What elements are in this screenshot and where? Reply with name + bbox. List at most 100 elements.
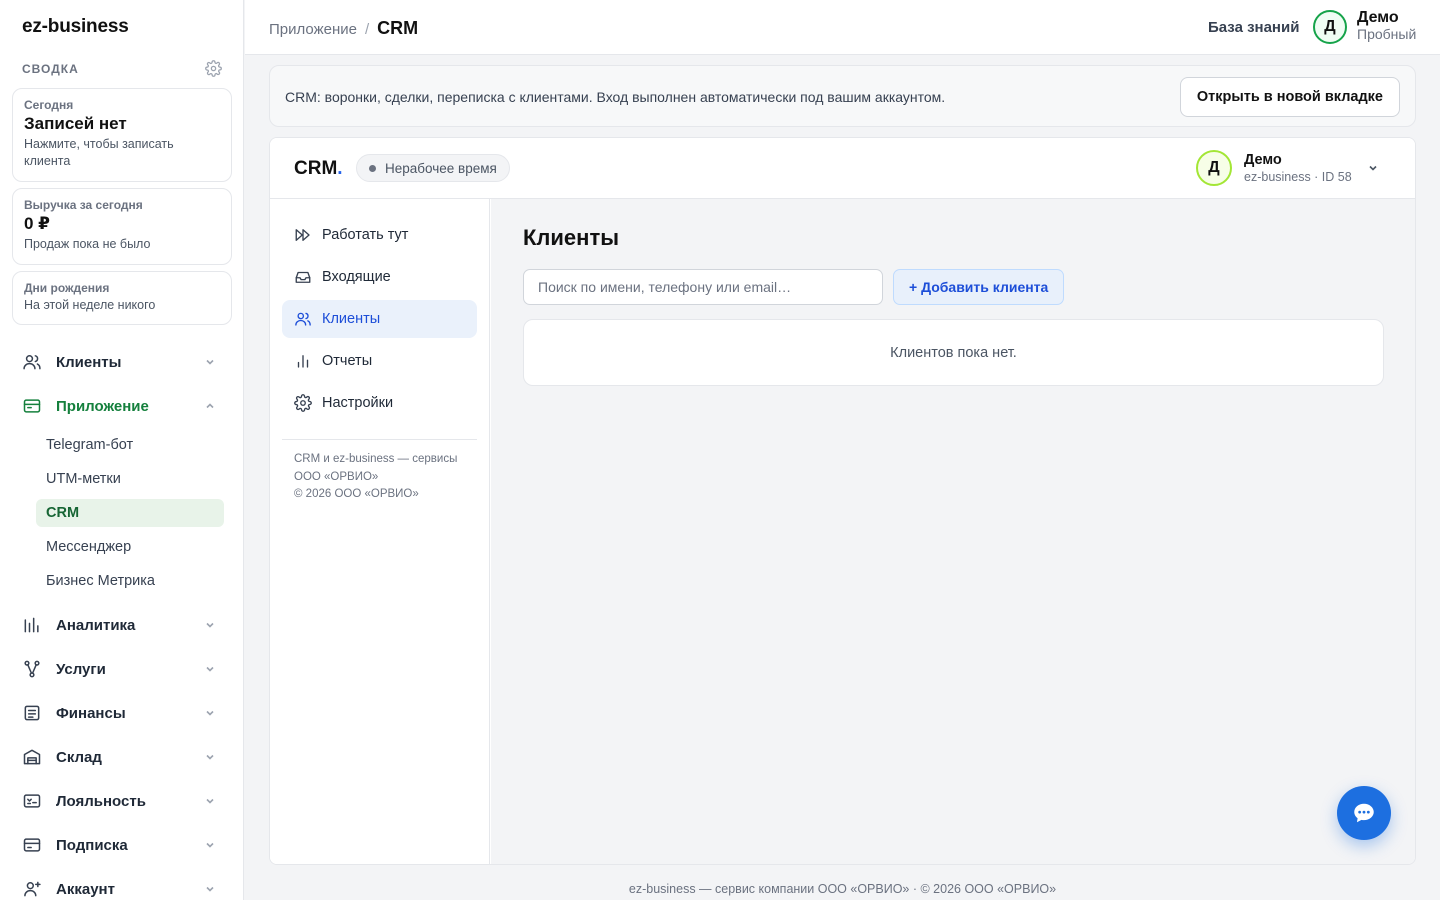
revenue-card[interactable]: Выручка за сегодня 0 ₽ Продаж пока не бы… — [12, 188, 232, 265]
crm-footer-line: ООО «ОРВИО» — [294, 470, 379, 483]
sidebar-subitem-business-metrics[interactable]: Бизнес Метрика — [36, 567, 224, 595]
crm-user-info[interactable]: Демо ez-business · ID 58 — [1244, 152, 1352, 186]
sidebar-item-label: Клиенты — [56, 353, 122, 371]
user-name: Демо — [1357, 9, 1399, 26]
birthdays-hint: На этой неделе никого — [24, 298, 156, 312]
bar-chart-icon — [294, 352, 312, 370]
bar-chart-icon — [22, 615, 42, 635]
credit-card-icon — [22, 835, 42, 855]
avatar[interactable]: Д — [1196, 150, 1232, 186]
today-card[interactable]: Сегодня Записей нет Нажмите, чтобы запис… — [12, 88, 232, 182]
crm-header: CRM. Нерабочее время Д Демо ez-business … — [270, 138, 1415, 199]
sidebar-item-finance[interactable]: Финансы — [22, 698, 222, 728]
crm-logo-text: CRM — [294, 158, 338, 179]
crm-nav-label: Клиенты — [322, 311, 381, 327]
gear-icon — [294, 394, 312, 412]
crm-nav-clients[interactable]: Клиенты — [282, 300, 477, 338]
breadcrumb-separator: / — [364, 21, 370, 38]
sidebar-subitem-crm[interactable]: CRM — [36, 499, 224, 527]
status-badge[interactable]: Нерабочее время — [356, 154, 510, 182]
search-input[interactable] — [523, 269, 883, 305]
knowledge-base-link[interactable]: База знаний — [1208, 19, 1299, 36]
chevron-down-icon — [204, 751, 216, 763]
crm-nav-label: Работать тут — [322, 227, 409, 243]
today-label: Сегодня — [24, 98, 74, 112]
crm-user-id: ez-business · ID 58 — [1244, 170, 1352, 184]
fast-forward-icon — [294, 226, 312, 244]
chevron-up-icon — [204, 400, 216, 412]
sidebar-item-loyalty[interactable]: Лояльность — [22, 786, 222, 816]
sidebar-item-services[interactable]: Услуги — [22, 654, 222, 684]
breadcrumb: Приложение / CRM — [269, 18, 418, 39]
crm-nav-reports[interactable]: Отчеты — [282, 342, 477, 380]
sidebar-item-subscription[interactable]: Подписка — [22, 830, 222, 860]
revenue-hint: Продаж пока не было — [24, 237, 151, 251]
crm-nav-label: Отчеты — [322, 353, 373, 369]
users-icon — [294, 310, 312, 328]
crm-main: Клиенты + Добавить клиента Клиентов пока… — [491, 199, 1415, 864]
user-menu[interactable]: Демо Пробный — [1357, 9, 1417, 43]
crm-logo[interactable]: CRM. — [294, 158, 343, 180]
chevron-down-icon — [204, 663, 216, 675]
loyalty-card-icon — [22, 791, 42, 811]
sidebar: ez-business СВОДКА Сегодня Записей нет Н… — [0, 0, 244, 900]
sidebar-subitem-messenger[interactable]: Мессенджер — [36, 533, 224, 561]
crm-nav-work-here[interactable]: Работать тут — [282, 216, 477, 254]
crm-logo-dot: . — [337, 158, 343, 179]
chevron-down-icon — [204, 839, 216, 851]
empty-state: Клиентов пока нет. — [523, 319, 1384, 386]
top-header: Приложение / CRM База знаний Д Демо Проб… — [245, 0, 1440, 55]
sidebar-item-label: Услуги — [56, 660, 106, 678]
sidebar-item-account[interactable]: Аккаунт — [22, 874, 222, 900]
chat-bubble-icon — [1351, 800, 1377, 826]
sidebar-item-label: Финансы — [56, 704, 126, 722]
chevron-down-icon — [204, 795, 216, 807]
status-dot-icon — [369, 164, 376, 172]
crm-sidebar-footer: CRM и ez-business — сервисы ООО «ОРВИО» … — [294, 451, 474, 504]
open-new-tab-button[interactable]: Открыть в новой вкладке — [1179, 77, 1400, 117]
banner-text: CRM: воронки, сделки, переписка с клиент… — [285, 89, 946, 105]
user-plan: Пробный — [1357, 26, 1417, 42]
sidebar-item-clients[interactable]: Клиенты — [22, 347, 222, 377]
breadcrumb-parent[interactable]: Приложение — [269, 21, 357, 38]
sidebar-item-app[interactable]: Приложение — [22, 391, 222, 421]
sidebar-item-warehouse[interactable]: Склад — [22, 742, 222, 772]
crm-nav-label: Настройки — [322, 395, 394, 411]
sidebar-subitem-telegram-bot[interactable]: Telegram-бот — [36, 431, 224, 459]
avatar[interactable]: Д — [1313, 10, 1347, 44]
divider — [282, 439, 477, 440]
sidebar-item-label: Аккаунт — [56, 880, 115, 898]
users-icon — [22, 352, 42, 372]
crm-nav-label: Входящие — [322, 269, 391, 285]
document-icon — [22, 703, 42, 723]
sidebar-item-label: Лояльность — [56, 792, 146, 810]
today-hint: Нажмите, чтобы записать клиента — [24, 137, 174, 168]
warehouse-icon — [22, 747, 42, 767]
crm-info-banner: CRM: воронки, сделки, переписка с клиент… — [269, 65, 1416, 127]
today-value: Записей нет — [24, 114, 127, 133]
breadcrumb-current: CRM — [377, 18, 419, 38]
add-client-button[interactable]: + Добавить клиента — [893, 269, 1065, 305]
app-window-icon — [22, 396, 42, 416]
page-title: Клиенты — [523, 225, 620, 250]
chevron-down-icon[interactable] — [1367, 162, 1379, 174]
inbox-icon — [294, 268, 312, 286]
chevron-down-icon — [204, 356, 216, 368]
sidebar-item-label: Аналитика — [56, 616, 136, 634]
crm-nav-settings[interactable]: Настройки — [282, 384, 477, 422]
chat-button[interactable] — [1337, 786, 1391, 840]
gear-icon[interactable] — [205, 60, 222, 77]
revenue-value: 0 ₽ — [24, 214, 51, 233]
app-logo[interactable]: ez-business — [22, 16, 129, 38]
crm-nav-inbox[interactable]: Входящие — [282, 258, 477, 296]
user-plus-icon — [22, 879, 42, 899]
page-footer: ez-business — сервис компании ООО «ОРВИО… — [628, 882, 1057, 896]
crm-footer-line: © 2026 ООО «ОРВИО» — [294, 488, 419, 500]
sidebar-item-label: Подписка — [56, 836, 128, 854]
sidebar-item-analytics[interactable]: Аналитика — [22, 610, 222, 640]
status-text: Нерабочее время — [385, 160, 497, 176]
birthdays-card[interactable]: Дни рождения На этой неделе никого — [12, 271, 232, 325]
sidebar-subitem-utm[interactable]: UTM-метки — [36, 465, 224, 493]
birthdays-label: Дни рождения — [24, 281, 110, 295]
chevron-down-icon — [204, 883, 216, 895]
